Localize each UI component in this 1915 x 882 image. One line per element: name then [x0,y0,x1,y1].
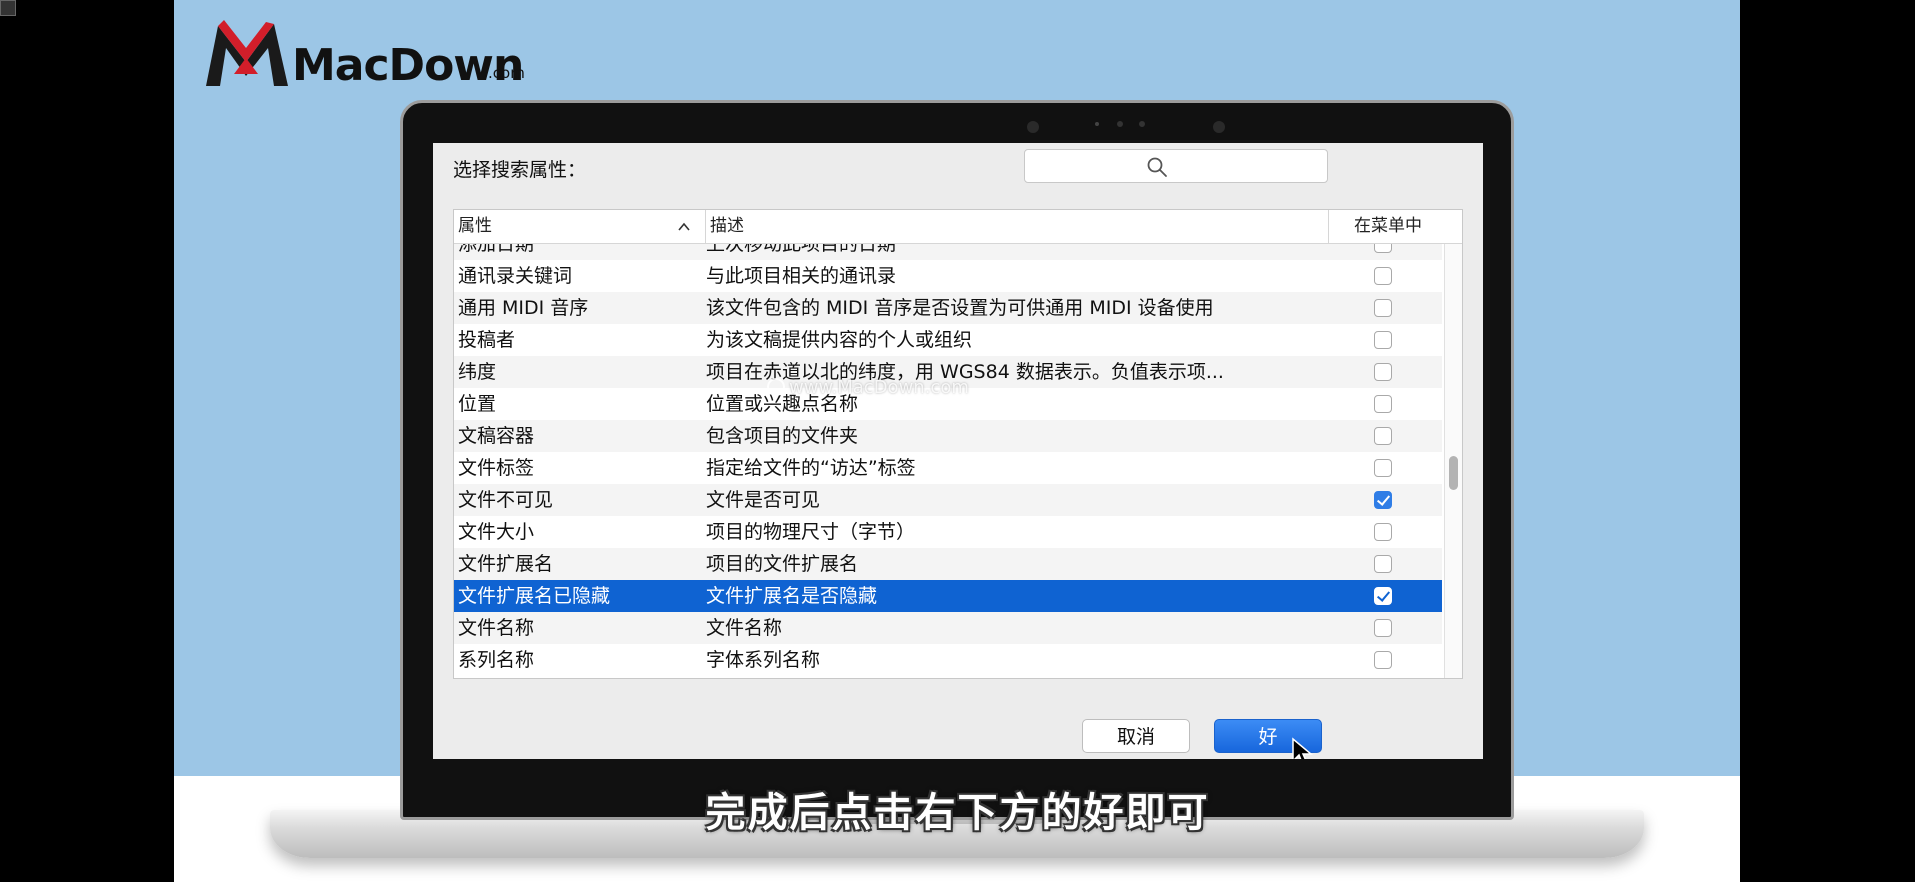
cell-description: 指定给文件的“访达”标签 [706,457,916,479]
cell-description: 与此项目相关的通讯录 [706,265,897,287]
watermark-logo-icon [767,378,785,396]
cell-attribute: 文件名称 [458,617,535,639]
corner-mark [0,0,16,16]
in-menu-checkbox[interactable] [1374,331,1392,349]
table-row[interactable]: 投稿者 为该文稿提供内容的个人或组织 [454,324,1442,356]
table-body: 添加日期 上次移动此项目的日期通讯录关键词 与此项目相关的通讯录通用 MIDI 音序… [454,244,1442,678]
logo-m-mark [206,20,288,86]
column-header-attribute[interactable]: 属性 [458,210,698,243]
cell-description: 文件扩展名是否隐藏 [706,585,878,607]
table-row-selected[interactable]: 文件扩展名已隐藏 文件扩展名是否隐藏 [454,580,1442,612]
cell-description: 为该文稿提供内容的个人或组织 [706,329,973,351]
in-menu-checkbox[interactable] [1374,459,1392,477]
table-rows: 添加日期 上次移动此项目的日期通讯录关键词 与此项目相关的通讯录通用 MIDI 音序… [454,244,1442,676]
cell-attribute: 位置 [458,393,497,415]
search-icon [1147,157,1167,177]
table-row[interactable]: 通用 MIDI 音序 该文件包含的 MIDI 音序是否设置为可供通用 MIDI 设… [454,292,1442,324]
cell-description: 文件名称 [706,617,783,639]
cell-description: 包含项目的文件夹 [706,425,859,447]
cell-attribute: 文件标签 [458,457,535,479]
cell-description: 文件是否可见 [706,489,821,511]
in-menu-checkbox[interactable] [1374,427,1392,445]
sort-ascending-icon[interactable] [678,222,690,231]
screen: 选择搜索属性： 属性 描述 在菜单中 添加日期 上次移动此项目的日期通讯录关键词… [433,143,1483,759]
cell-attribute: 通用 MIDI 音序 [458,297,589,319]
search-input[interactable] [1024,149,1328,183]
scrollbar-thumb[interactable] [1449,456,1458,490]
in-menu-checkbox[interactable] [1374,267,1392,285]
cell-description: 项目的物理尺寸（字节） [706,521,916,543]
cell-attribute: 系列名称 [458,649,535,671]
in-menu-checkbox[interactable] [1374,587,1392,605]
cell-attribute: 添加日期 [458,244,535,255]
table-row[interactable]: 文件不可见 文件是否可见 [454,484,1442,516]
table-row[interactable]: 文稿容器 包含项目的文件夹 [454,420,1442,452]
in-menu-checkbox[interactable] [1374,523,1392,541]
cell-description: 字体系列名称 [706,649,821,671]
video-subtitle: 完成后点击右下方的好即可 [705,790,1210,836]
attributes-table: 属性 描述 在菜单中 添加日期 上次移动此项目的日期通讯录关键词 与此项目相关的通讯… [453,209,1463,679]
cell-attribute: 文件大小 [458,521,535,543]
column-header-in-menu[interactable]: 在菜单中 [1328,210,1447,243]
column-header-description[interactable]: 描述 [705,210,1210,243]
in-menu-checkbox[interactable] [1374,244,1392,253]
table-row[interactable]: 通讯录关键词 与此项目相关的通讯录 [454,260,1442,292]
logo-suffix: .com [488,64,525,82]
cell-attribute: 文件扩展名 [458,553,554,575]
cell-attribute: 纬度 [458,361,497,383]
table-row[interactable]: 文件扩展名 项目的文件扩展名 [454,548,1442,580]
laptop-lid: 选择搜索属性： 属性 描述 在菜单中 添加日期 上次移动此项目的日期通讯录关键词… [400,100,1514,820]
cell-attribute: 文件不可见 [458,489,554,511]
in-menu-checkbox[interactable] [1374,363,1392,381]
cancel-button[interactable]: 取消 [1082,719,1190,753]
table-row[interactable]: 文件标签 指定给文件的“访达”标签 [454,452,1442,484]
in-menu-checkbox[interactable] [1374,299,1392,317]
table-header: 属性 描述 在菜单中 [454,210,1462,244]
cell-attribute: 投稿者 [458,329,516,351]
watermark: www.MacDown.com [767,377,969,398]
cell-attribute: 文稿容器 [458,425,535,447]
mouse-cursor-icon [1292,737,1313,759]
table-row[interactable]: 添加日期 上次移动此项目的日期 [454,244,1442,260]
cell-description: 上次移动此项目的日期 [706,244,897,255]
vertical-scrollbar[interactable] [1444,244,1462,678]
macdown-logo: MacDown .com [204,18,525,94]
table-row[interactable]: 文件大小 项目的物理尺寸（字节） [454,516,1442,548]
in-menu-checkbox[interactable] [1374,395,1392,413]
table-row[interactable]: 文件名称 文件名称 [454,612,1442,644]
in-menu-checkbox[interactable] [1374,491,1392,509]
cell-description: 该文件包含的 MIDI 音序是否设置为可供通用 MIDI 设备使用 [706,297,1214,319]
cell-description: 项目的文件扩展名 [706,553,859,575]
cell-attribute: 文件扩展名已隐藏 [458,585,611,607]
cell-attribute: 通讯录关键词 [458,265,573,287]
video-stage: MacDown .com 选择搜索属性： 属性 描述 在菜单中 添加日期 上次移… [174,0,1740,882]
watermark-text: www.MacDown.com [789,377,969,398]
in-menu-checkbox[interactable] [1374,555,1392,573]
in-menu-checkbox[interactable] [1374,651,1392,669]
in-menu-checkbox[interactable] [1374,619,1392,637]
table-row[interactable]: 系列名称 字体系列名称 [454,644,1442,676]
dialog-header-label: 选择搜索属性： [453,159,587,181]
